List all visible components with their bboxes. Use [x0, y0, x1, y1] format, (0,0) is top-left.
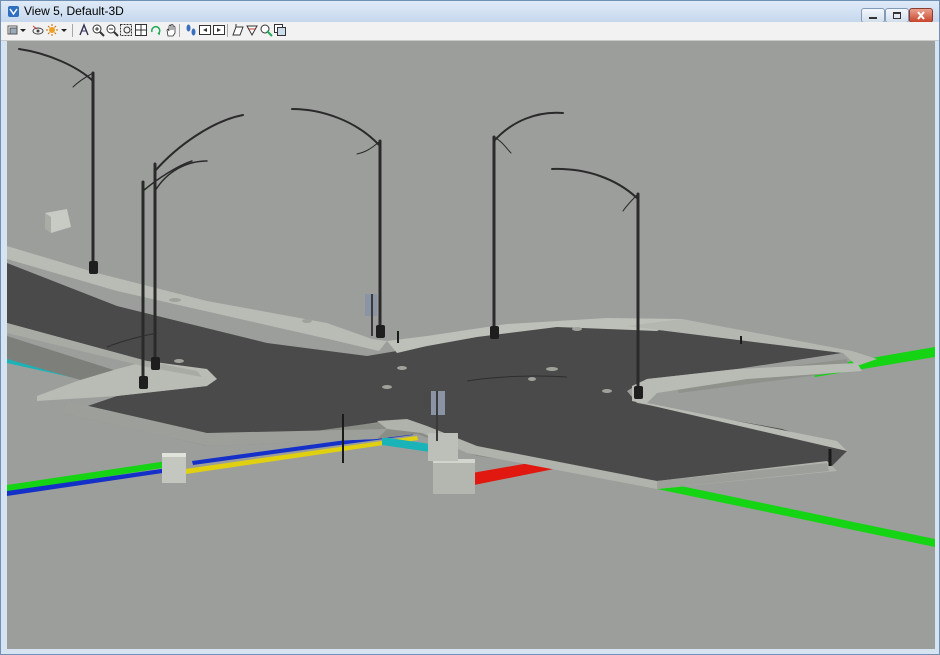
lighting-dropdown[interactable] — [60, 23, 68, 37]
view-next-icon — [213, 25, 225, 35]
view-display-mode-dropdown[interactable] — [19, 23, 27, 37]
window-area-icon — [120, 24, 132, 36]
manhole — [302, 319, 312, 323]
window-area-button[interactable] — [119, 23, 133, 37]
clip-volume-icon — [246, 25, 258, 37]
manhole — [382, 385, 392, 389]
toolbar-separator — [72, 24, 73, 37]
view-next-button[interactable] — [212, 23, 226, 37]
manhole — [572, 327, 582, 331]
change-view-perspective-button[interactable] — [231, 23, 245, 37]
fit-view-icon — [135, 24, 147, 36]
maximize-icon — [893, 12, 901, 19]
view-toolbar — [1, 22, 939, 41]
view-display-mode-button[interactable] — [6, 23, 20, 37]
manhole — [169, 298, 181, 302]
view-attributes-icon — [32, 25, 44, 35]
maximize-button[interactable] — [885, 8, 909, 23]
close-icon — [917, 11, 925, 20]
close-button[interactable] — [909, 8, 933, 23]
manhole — [528, 377, 536, 381]
clip-mask-button[interactable] — [259, 23, 273, 37]
3d-viewport[interactable] — [7, 41, 935, 649]
view-previous-icon — [199, 25, 211, 35]
minimize-button[interactable] — [861, 8, 885, 23]
rotate-view-button[interactable] — [149, 23, 163, 37]
footprints-icon — [186, 24, 196, 36]
update-view-icon — [79, 23, 89, 36]
walk-button[interactable] — [184, 23, 198, 37]
manhole — [174, 359, 184, 363]
toolbar-separator — [227, 24, 228, 37]
rotate-view-icon — [151, 25, 161, 35]
view-attributes-button[interactable] — [31, 23, 45, 37]
perspective-icon — [232, 24, 244, 36]
chevron-down-icon — [20, 29, 26, 32]
lighting-button[interactable] — [45, 23, 59, 37]
view-previous-button[interactable] — [198, 23, 212, 37]
manhole — [602, 389, 612, 393]
display-mode-icon — [7, 25, 18, 35]
sun-icon — [46, 24, 58, 36]
clip-volume-button[interactable] — [245, 23, 259, 37]
view-window-icon — [7, 5, 20, 18]
intersection-model — [7, 41, 935, 649]
zoom-in-button[interactable] — [91, 23, 105, 37]
view-window: View 5, Default-3D — [0, 0, 940, 655]
minimize-icon — [869, 17, 877, 19]
manhole — [546, 367, 558, 371]
chevron-down-icon — [61, 29, 67, 32]
clip-mask-icon — [260, 24, 273, 37]
pan-view-button[interactable] — [164, 23, 178, 37]
manhole — [397, 366, 407, 370]
zoom-out-icon — [106, 24, 119, 37]
fit-view-button[interactable] — [134, 23, 148, 37]
copy-view-button[interactable] — [273, 23, 287, 37]
zoom-in-icon — [92, 24, 105, 37]
update-view-button[interactable] — [77, 23, 91, 37]
copy-view-icon — [274, 24, 286, 36]
zoom-out-button[interactable] — [105, 23, 119, 37]
hand-icon — [166, 24, 176, 37]
toolbar-separator — [179, 24, 180, 37]
title-bar[interactable]: View 5, Default-3D — [1, 1, 939, 23]
window-title: View 5, Default-3D — [24, 4, 124, 18]
